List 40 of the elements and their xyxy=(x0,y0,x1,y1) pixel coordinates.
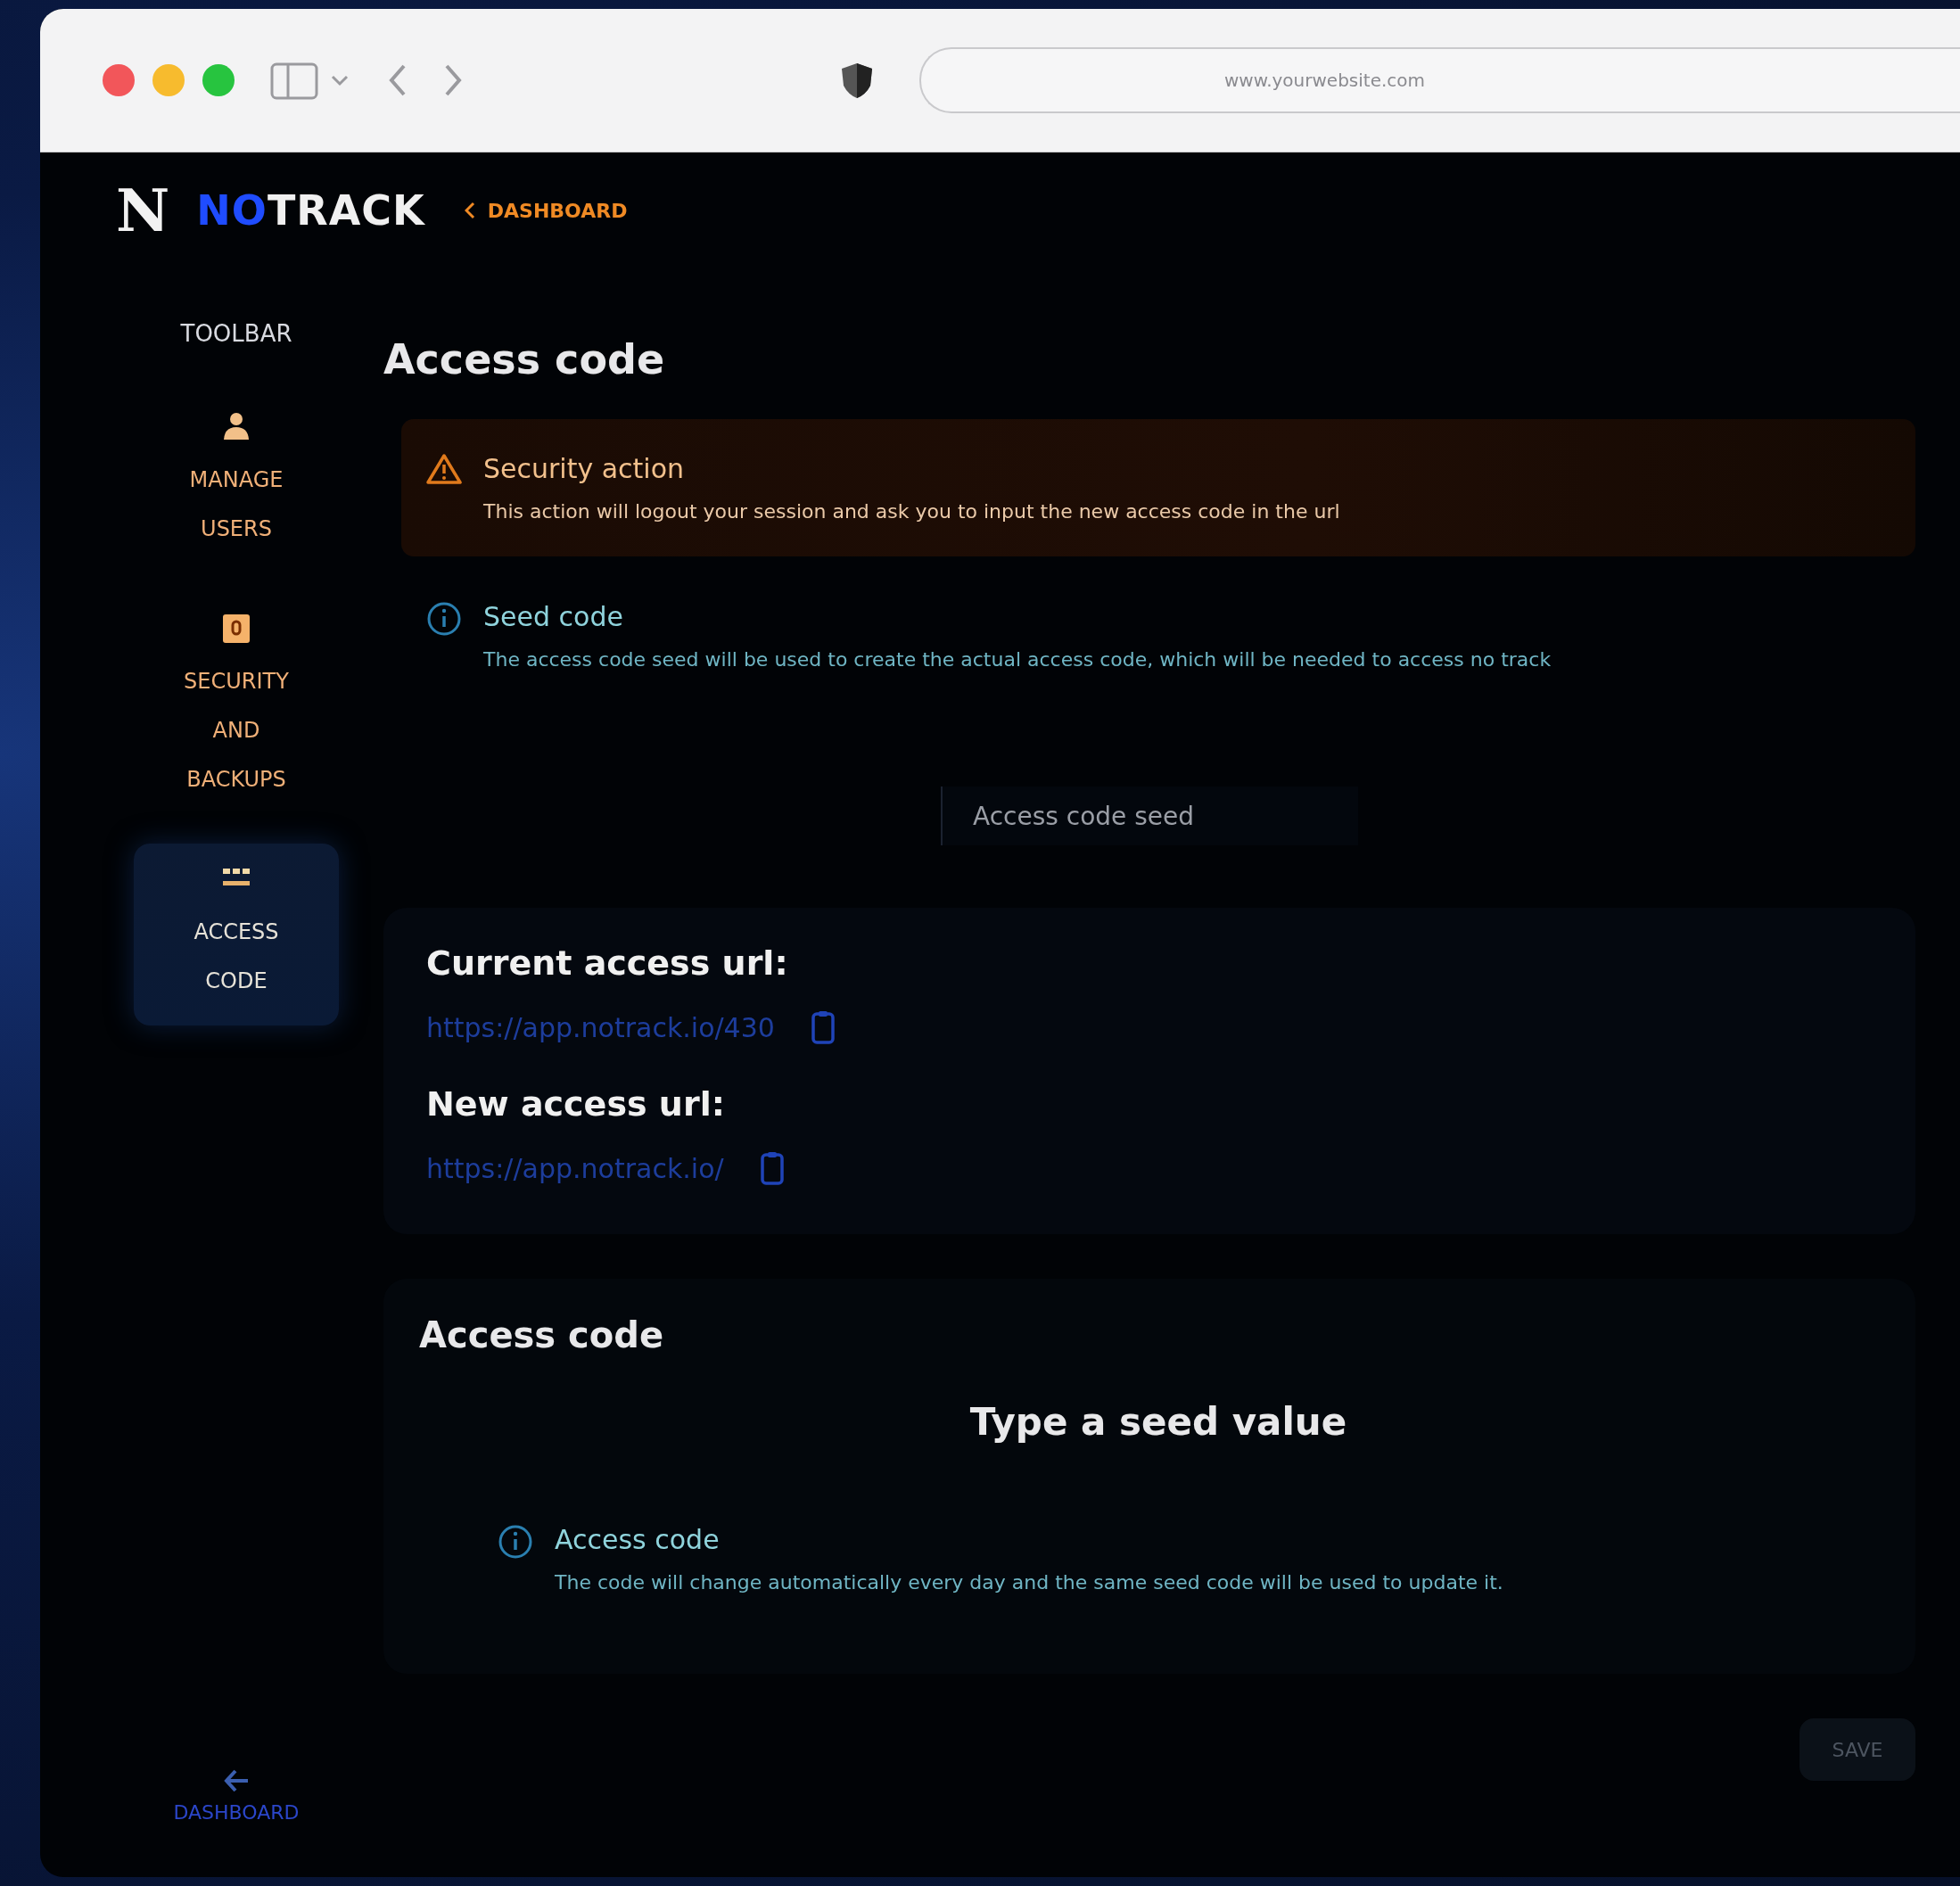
alert-text: This action will logout your session and ask you to input the new access code in the url xyxy=(483,500,1340,523)
url-link[interactable]: https://app.notrack.io/ xyxy=(426,1152,724,1184)
shield-icon[interactable] xyxy=(839,61,875,100)
window-control-button[interactable] xyxy=(152,64,185,96)
info-icon xyxy=(498,1524,533,1560)
info-icon xyxy=(426,601,462,637)
save-button[interactable]: SAVE xyxy=(1799,1718,1915,1781)
warning-icon xyxy=(426,453,462,485)
url-link[interactable]: https://app.notrack.io/430 xyxy=(426,1011,775,1043)
address-bar[interactable]: www.yourwebsite.com xyxy=(919,47,1960,113)
badge-icon xyxy=(221,613,251,645)
alert-title: Access code xyxy=(555,1524,721,1555)
copy-button[interactable] xyxy=(759,1150,785,1186)
sidebar-item[interactable]: MANAGE USERS xyxy=(134,391,339,573)
alert-text: The code will change automatically every day and the same seed code will be used to update it. xyxy=(555,1571,1503,1594)
url-text: www.yourwebsite.com xyxy=(1223,70,1426,91)
alert-text: The access code seed will be used to create the actual access code, which will be needed to access no track xyxy=(483,648,1552,671)
window-control-button[interactable] xyxy=(202,64,235,96)
chevron-left-icon xyxy=(464,202,475,219)
clipboard-icon xyxy=(810,1009,836,1045)
url-label: New access url: xyxy=(426,1084,726,1124)
alert-title: Security action xyxy=(483,453,686,484)
window-control-button[interactable] xyxy=(103,64,135,96)
logo: N xyxy=(116,181,170,240)
dashboard-link[interactable]: DASHBOARD xyxy=(464,199,628,222)
sidebar-item[interactable]: ACCESS CODE xyxy=(134,844,339,1025)
sidebar-item[interactable]: SECURITY AND BACKUPS xyxy=(134,593,339,824)
logo-wordmark: NOTRACK xyxy=(196,186,425,235)
dashboard-link[interactable]: DASHBOARD xyxy=(173,1767,300,1824)
url-label: Current access url: xyxy=(426,943,789,983)
alert-title: Seed code xyxy=(483,601,624,632)
page-title: Access code xyxy=(383,335,666,383)
copy-button[interactable] xyxy=(810,1009,836,1045)
access-code-prompt: Type a seed value xyxy=(968,1400,1347,1444)
clipboard-icon xyxy=(759,1150,785,1186)
sidebar-heading: TOOLBAR xyxy=(180,320,292,347)
arrow-left-icon xyxy=(223,1767,250,1794)
sidebar-toggle-icon[interactable] xyxy=(270,61,350,100)
seed-input-field[interactable]: Access code seed xyxy=(941,787,1358,845)
section-heading: Access code xyxy=(419,1314,664,1355)
